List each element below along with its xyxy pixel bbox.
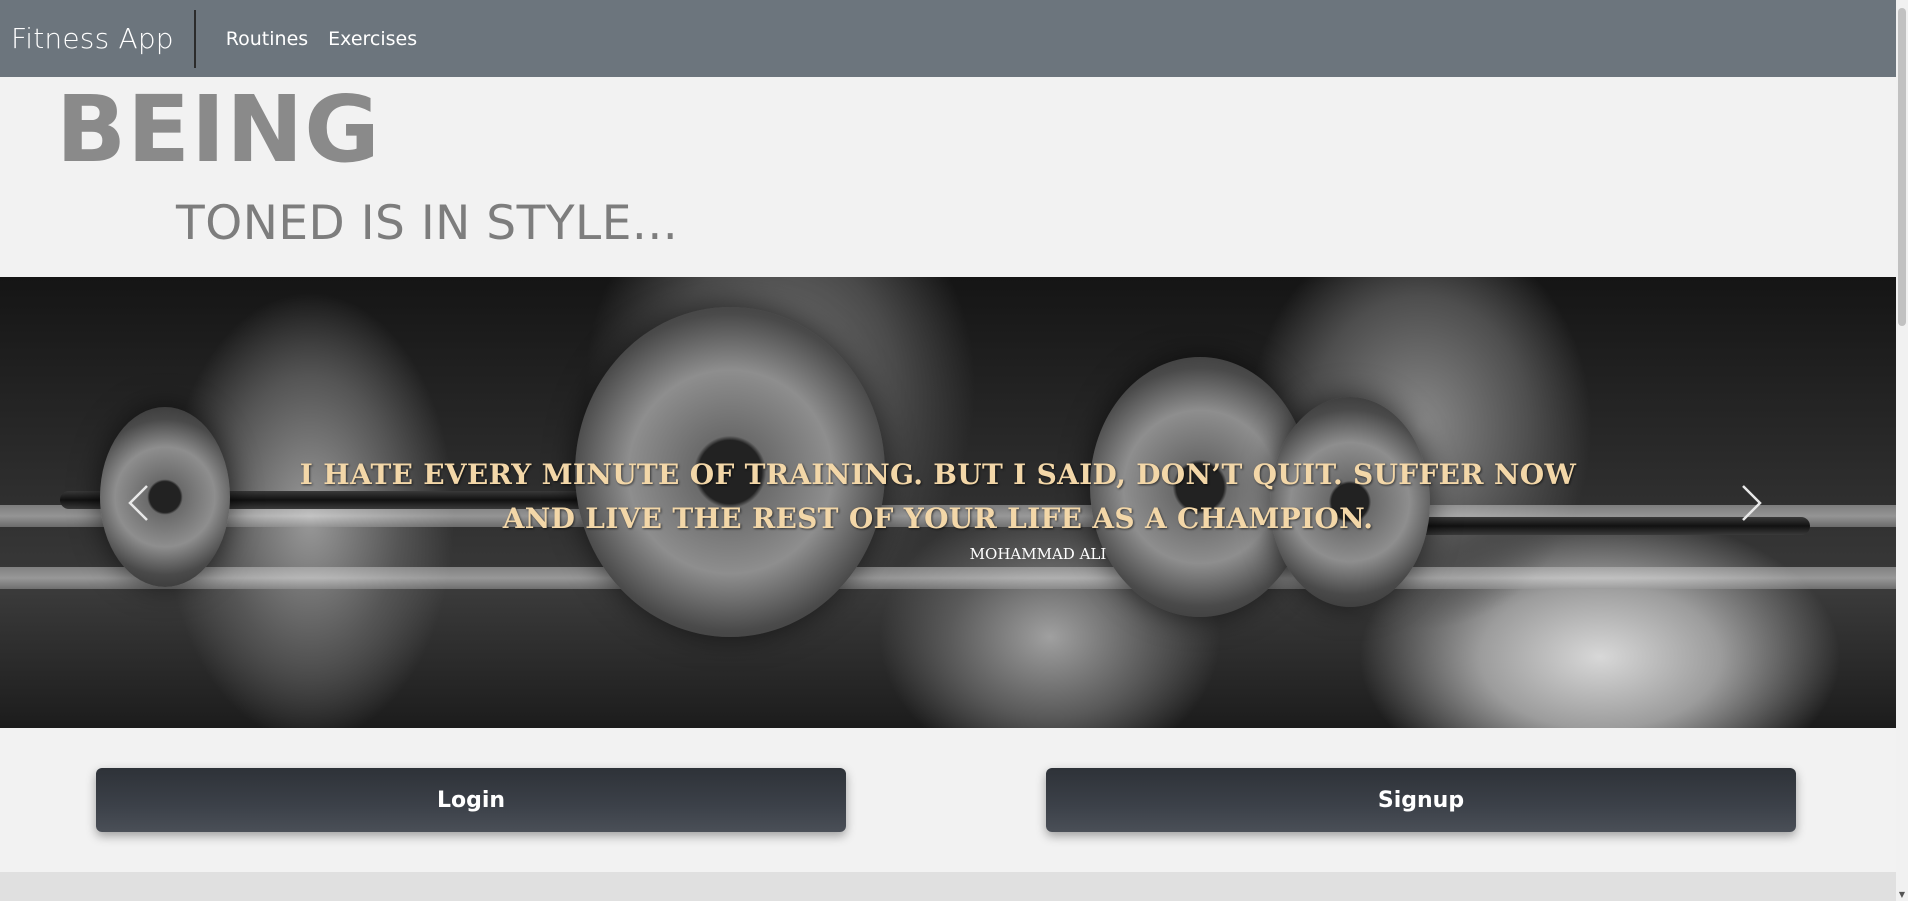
scroll-down-arrow-icon[interactable]: ▼ [1898,891,1906,899]
signup-button[interactable]: Signup [1046,768,1796,832]
page: Fitness App Routines Exercises BEING TON… [0,0,1896,901]
footer-strip [0,872,1896,901]
nav-link-exercises[interactable]: Exercises [328,28,417,50]
navbar-divider [193,9,196,68]
quote-carousel: I HATE EVERY MINUTE OF TRAINING. BUT I S… [0,277,1896,728]
quote-author: MOHAMMAD ALI [969,545,1107,563]
hero-subtitle: TONED IS IN STYLE... [176,196,679,251]
page-scrollbar[interactable]: ▼ [1896,0,1908,901]
quote-text: I HATE EVERY MINUTE OF TRAINING. BUT I S… [299,458,1577,535]
login-button[interactable]: Login [96,768,846,832]
nav-link-routines[interactable]: Routines [226,28,308,50]
brand-link[interactable]: Fitness App [0,22,194,55]
scrollbar-thumb[interactable] [1898,8,1906,326]
hero-title: BEING [56,76,381,183]
carousel-prev-button[interactable] [110,475,166,531]
chevron-left-icon [128,485,148,521]
navbar: Fitness App Routines Exercises [0,0,1896,77]
chevron-right-icon [1742,485,1762,521]
carousel-next-button[interactable] [1724,475,1780,531]
carousel-caption: I HATE EVERY MINUTE OF TRAINING. BUT I S… [270,453,1606,563]
background-rail [0,567,1896,589]
